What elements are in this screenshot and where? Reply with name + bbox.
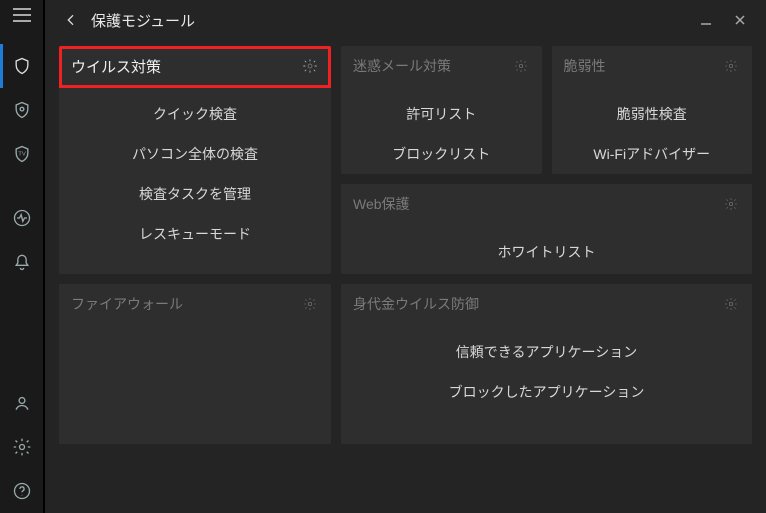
sidebar-item-notifications[interactable]: [0, 240, 44, 284]
antispam-allow-list[interactable]: 許可リスト: [341, 94, 542, 134]
user-icon: [12, 393, 32, 413]
gear-icon: [302, 58, 318, 74]
vulnerability-wifi-advisor[interactable]: Wi-Fiアドバイザー: [552, 134, 753, 174]
card-antivirus-title: ウイルス対策: [71, 56, 161, 77]
card-vulnerability-header[interactable]: 脆弱性: [552, 46, 753, 86]
ransom-blocked-apps[interactable]: ブロックしたアプリケーション: [341, 372, 752, 412]
close-icon: [734, 14, 746, 26]
card-firewall-settings-button[interactable]: [301, 295, 319, 313]
eye-shield-icon: [12, 100, 32, 120]
ransom-trusted-apps[interactable]: 信頼できるアプリケーション: [341, 332, 752, 372]
gear-icon: [724, 59, 738, 73]
card-antispam-settings-button[interactable]: [512, 57, 530, 75]
titlebar: 保護モジュール: [45, 0, 766, 40]
gear-icon: [724, 297, 738, 311]
card-firewall: ファイアウォール: [59, 284, 331, 444]
card-vulnerability: 脆弱性 脆弱性検査 Wi-Fiアドバイザー: [552, 46, 753, 174]
card-web-title: Web保護: [353, 194, 410, 214]
sidebar-item-privacy[interactable]: [0, 88, 44, 132]
card-web-settings-button[interactable]: [722, 195, 740, 213]
card-antispam-title: 迷惑メール対策: [353, 56, 451, 76]
card-ransomware-title: 身代金ウイルス防御: [353, 294, 479, 314]
minimize-icon: [700, 14, 712, 26]
card-antivirus: ウイルス対策 クイック検査 パソコン全体の検査 検査タスクを管理 レスキューモー…: [59, 46, 331, 274]
card-antivirus-header[interactable]: ウイルス対策: [59, 46, 331, 86]
card-web-header[interactable]: Web保護: [341, 184, 752, 224]
card-firewall-title: ファイアウォール: [71, 294, 183, 314]
antivirus-rescue-mode[interactable]: レスキューモード: [59, 214, 331, 254]
card-antispam-header[interactable]: 迷惑メール対策: [341, 46, 542, 86]
activity-icon: [12, 208, 32, 228]
shield-icon: [12, 56, 32, 76]
chevron-left-icon: [63, 12, 79, 28]
card-antispam: 迷惑メール対策 許可リスト ブロックリスト: [341, 46, 542, 174]
card-antivirus-settings-button[interactable]: [301, 57, 319, 75]
window-close-button[interactable]: [732, 12, 748, 28]
menu-icon[interactable]: [13, 8, 31, 22]
sidebar: TV: [0, 0, 44, 513]
card-web-protection: Web保護 ホワイトリスト: [341, 184, 752, 274]
page-title: 保護モジュール: [91, 10, 195, 31]
sidebar-item-tv[interactable]: TV: [0, 132, 44, 176]
antivirus-quick-scan[interactable]: クイック検査: [59, 94, 331, 134]
web-whitelist[interactable]: ホワイトリスト: [341, 232, 752, 272]
antivirus-full-scan[interactable]: パソコン全体の検査: [59, 134, 331, 174]
sidebar-item-help[interactable]: [0, 469, 44, 513]
help-icon: [12, 481, 32, 501]
card-firewall-header[interactable]: ファイアウォール: [59, 284, 331, 324]
sidebar-item-account[interactable]: [0, 381, 44, 425]
card-ransomware: 身代金ウイルス防御 信頼できるアプリケーション ブロックしたアプリケーション: [341, 284, 752, 444]
window-minimize-button[interactable]: [698, 12, 714, 28]
antivirus-manage-tasks[interactable]: 検査タスクを管理: [59, 174, 331, 214]
card-ransomware-header[interactable]: 身代金ウイルス防御: [341, 284, 752, 324]
sidebar-item-activity[interactable]: [0, 196, 44, 240]
svg-text:TV: TV: [18, 152, 26, 158]
gear-icon: [724, 197, 738, 211]
card-vulnerability-title: 脆弱性: [564, 56, 606, 76]
vulnerability-scan[interactable]: 脆弱性検査: [552, 94, 753, 134]
sidebar-item-protection[interactable]: [0, 44, 44, 88]
back-button[interactable]: [59, 8, 83, 32]
antispam-block-list[interactable]: ブロックリスト: [341, 134, 542, 174]
gear-icon: [303, 297, 317, 311]
bell-icon: [12, 252, 32, 272]
gear-icon: [514, 59, 528, 73]
card-ransomware-settings-button[interactable]: [722, 295, 740, 313]
card-vulnerability-settings-button[interactable]: [722, 57, 740, 75]
gear-icon: [12, 437, 32, 457]
sidebar-item-settings[interactable]: [0, 425, 44, 469]
tv-shield-icon: TV: [12, 144, 32, 164]
